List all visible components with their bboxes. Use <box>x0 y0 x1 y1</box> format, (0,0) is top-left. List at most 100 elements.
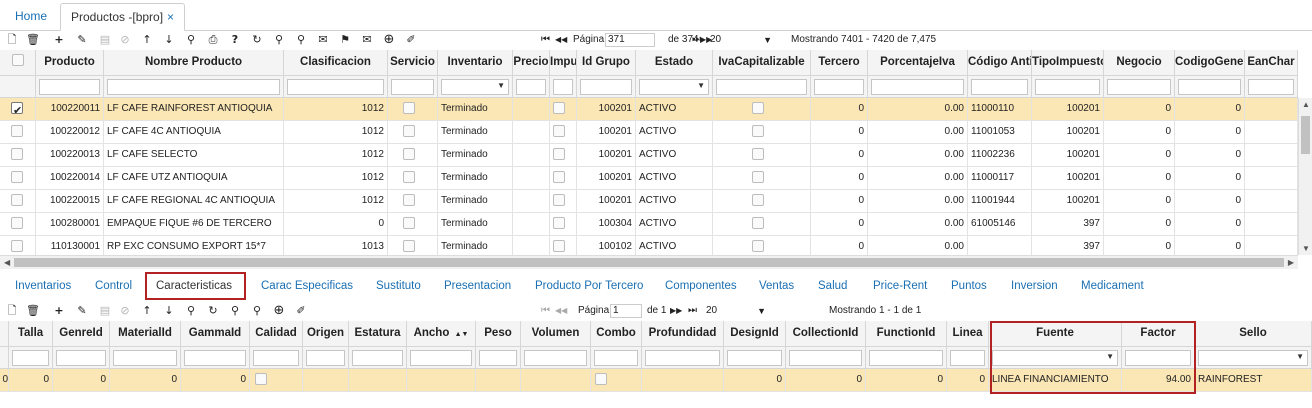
col-codigogener[interactable]: CodigoGener <box>1175 50 1245 76</box>
tab-inventarios[interactable]: Inventarios <box>15 280 71 292</box>
col-fuente[interactable]: Fuente <box>989 321 1122 347</box>
col-calidad[interactable]: Calidad <box>250 321 303 347</box>
row-select-checkbox[interactable] <box>11 125 23 137</box>
checkbox[interactable] <box>553 217 565 229</box>
tab-carac-especificas[interactable]: Carac Especificas <box>261 280 353 292</box>
filter-talla-input[interactable] <box>12 350 49 366</box>
scroll-thumb-h[interactable] <box>14 258 1284 267</box>
first-page-icon[interactable]: ⏮ <box>541 31 550 49</box>
filter-negocio-input[interactable] <box>1107 79 1171 95</box>
col-functionid[interactable]: FunctionId <box>866 321 947 347</box>
col-porcentajeiva[interactable]: PorcentajeIva <box>868 50 968 76</box>
table-row[interactable]: 100220015 LF CAFE REGIONAL 4C ANTIOQUIA 10… <box>0 190 1298 213</box>
tab-producto-por-tercero[interactable]: Producto Por Tercero <box>535 280 643 292</box>
checkbox[interactable] <box>403 217 415 229</box>
delete-icon[interactable]: 🗑 <box>26 33 40 47</box>
col-ancho[interactable]: Ancho ▲▼ <box>407 321 476 347</box>
add-icon[interactable]: + <box>52 33 66 47</box>
sort-up-icon[interactable]: ↑ <box>140 304 154 318</box>
filter-nombre-input[interactable] <box>107 79 280 95</box>
checkbox[interactable] <box>752 217 764 229</box>
page-input[interactable]: 1 <box>610 304 642 318</box>
tab-ventas[interactable]: Ventas <box>759 280 794 292</box>
col-codigo-anti[interactable]: Código Anti <box>968 50 1032 76</box>
filter-impu-input[interactable] <box>553 79 573 95</box>
col-id-grupo[interactable]: Id Grupo <box>577 50 636 76</box>
filter-gamma-input[interactable] <box>184 350 246 366</box>
filter-estado-select[interactable] <box>639 79 709 95</box>
search-icon[interactable]: ⚲ <box>184 304 198 318</box>
scroll-right-icon[interactable]: ▶ <box>1288 258 1294 267</box>
new-doc-icon[interactable]: 🗋 <box>5 33 19 47</box>
col-volumen[interactable]: Volumen <box>521 321 591 347</box>
filter-codgen-input[interactable] <box>1178 79 1241 95</box>
page-size-select[interactable]: 20 ▼ <box>706 304 766 318</box>
last-page-icon[interactable]: ⏭ <box>692 31 701 49</box>
scroll-up-icon[interactable]: ▲ <box>1302 100 1310 109</box>
first-page-icon[interactable]: ⏮ <box>541 302 550 320</box>
filter-collection-input[interactable] <box>789 350 862 366</box>
checkbox[interactable] <box>553 194 565 206</box>
col-clasificacion[interactable]: Clasificacion <box>284 50 388 76</box>
checkbox[interactable] <box>403 240 415 252</box>
scroll-thumb[interactable] <box>1301 116 1310 154</box>
delete-icon[interactable]: 🗑 <box>26 304 40 318</box>
checkbox[interactable] <box>403 125 415 137</box>
filter-genre-input[interactable] <box>56 350 106 366</box>
row-select-checkbox[interactable] <box>11 171 23 183</box>
table-row[interactable]: 100280001 EMPAQUE FIQUE #6 DE TERCERO 0 Ter… <box>0 213 1298 236</box>
col-talla[interactable]: Talla <box>9 321 53 347</box>
row-select-checkbox[interactable] <box>11 240 23 252</box>
combo-checkbox[interactable] <box>595 373 607 385</box>
print-icon[interactable]: ⎙ <box>206 33 220 47</box>
vertical-scrollbar[interactable]: ▲ ▼ <box>1298 98 1312 255</box>
add-circle-icon[interactable]: ⊕ <box>272 304 286 318</box>
row-select-checkbox[interactable] <box>11 217 23 229</box>
col-tercero[interactable]: Tercero <box>811 50 868 76</box>
tab-price-rent[interactable]: Price-Rent <box>873 280 927 292</box>
select-all-column[interactable] <box>0 50 36 76</box>
table-row[interactable]: 100220013 LF CAFE SELECTO 1012 Terminado 100… <box>0 144 1298 167</box>
filter-grupo-input[interactable] <box>580 79 632 95</box>
new-doc-icon[interactable]: 🗋 <box>5 304 19 318</box>
col-collectionid[interactable]: CollectionId <box>786 321 866 347</box>
cancel-icon[interactable]: ⊘ <box>118 33 132 47</box>
prev-page-icon[interactable]: ◀◀ <box>555 31 567 49</box>
pin-icon[interactable]: ⚑ <box>338 33 352 47</box>
row-select-checkbox[interactable] <box>11 148 23 160</box>
tab-presentacion[interactable]: Presentacion <box>444 280 511 292</box>
checkbox[interactable] <box>403 171 415 183</box>
filter-ivacap-input[interactable] <box>716 79 807 95</box>
table-row[interactable]: 100220011LF CAFE RAINFOREST ANTIOQUIA101… <box>0 98 1298 121</box>
edit-icon[interactable]: ✎ <box>75 304 89 318</box>
page-size-select[interactable]: 20 ▼ <box>710 33 772 47</box>
checkbox[interactable] <box>752 194 764 206</box>
filter-ancho-input[interactable] <box>410 350 472 366</box>
checkbox[interactable] <box>752 148 764 160</box>
col-combo[interactable]: Combo <box>591 321 642 347</box>
refresh-icon[interactable]: ↻ <box>250 33 264 47</box>
refresh-icon[interactable]: ↻ <box>206 304 220 318</box>
filter-ean-input[interactable] <box>1248 79 1294 95</box>
sort-down-icon[interactable]: ↓ <box>162 33 176 47</box>
col-producto[interactable]: Producto <box>36 50 104 76</box>
filter-profundidad-input[interactable] <box>645 350 720 366</box>
cancel-icon[interactable]: ⊘ <box>118 304 132 318</box>
zoom-out-icon[interactable]: ⚲ <box>294 33 308 47</box>
filter-tipo-input[interactable] <box>1035 79 1100 95</box>
filter-inventario-select[interactable] <box>441 79 509 95</box>
sort-down-icon[interactable]: ↓ <box>162 304 176 318</box>
tab-control[interactable]: Control <box>95 280 132 292</box>
filter-calidad-input[interactable] <box>253 350 299 366</box>
col-precio[interactable]: Precio <box>513 50 550 76</box>
prev-page-icon[interactable]: ◀◀ <box>555 302 567 320</box>
close-icon[interactable]: × <box>167 10 174 24</box>
filter-fuente-select[interactable] <box>992 350 1118 366</box>
filter-iva-input[interactable] <box>871 79 964 95</box>
col-negocio[interactable]: Negocio <box>1104 50 1175 76</box>
checkbox[interactable] <box>752 240 764 252</box>
scroll-down-icon[interactable]: ▼ <box>1302 244 1310 253</box>
sort-up-icon[interactable]: ↑ <box>140 33 154 47</box>
filter-estatura-input[interactable] <box>352 350 403 366</box>
filter-tercero-input[interactable] <box>814 79 864 95</box>
